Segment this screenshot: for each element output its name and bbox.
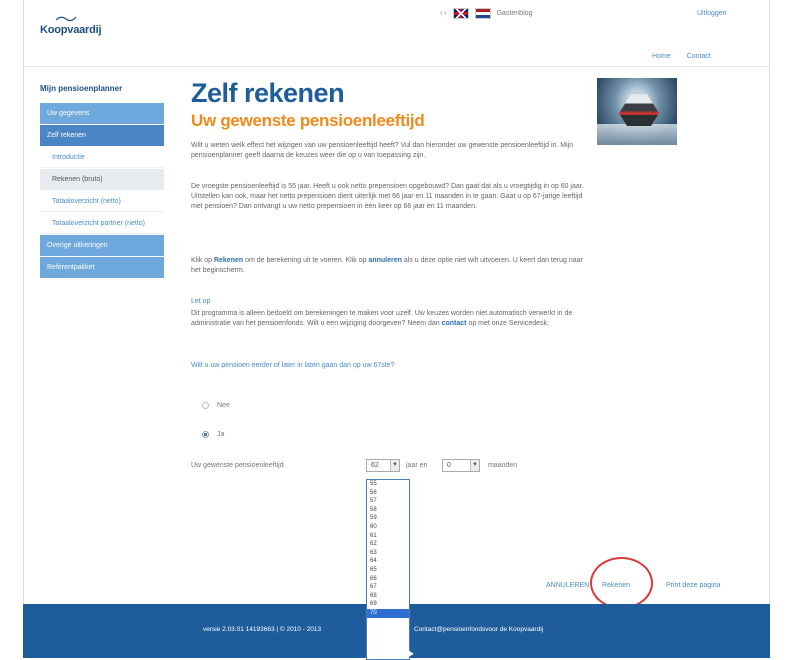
- page-title: Zelf rekenen: [191, 78, 345, 108]
- highlight-circle: [590, 557, 653, 609]
- years-select-value: 62: [371, 462, 379, 469]
- nav-arrows[interactable]: ‹ ›: [440, 10, 447, 17]
- years-dropdown-list[interactable]: 55 56 57 58 59 60 61 62 63 64 65 66 67 68 69 70: [366, 479, 410, 660]
- radio-ja-button[interactable]: [202, 431, 209, 438]
- sidebar-item-overige-uitkeringen[interactable]: Overige uitkeringen: [40, 235, 164, 256]
- instructions-paragraph: Klik op Rekenen om de berekening uit te …: [191, 256, 591, 276]
- radio-ja-label: Ja: [217, 431, 225, 438]
- dropdown-option[interactable]: 58: [367, 506, 409, 515]
- top-utility-bar: ‹ › Gastenblog: [440, 8, 532, 19]
- dropdown-option[interactable]: 55: [367, 480, 409, 489]
- years-unit-text: jaar en: [406, 462, 428, 469]
- dropdown-option[interactable]: 69: [367, 600, 409, 609]
- instructions-text-a: Klik op: [191, 257, 214, 264]
- print-page-link[interactable]: Print deze pagina: [666, 582, 720, 589]
- disclaimer-paragraph: Dit programma is alleen bedoeld om berek…: [191, 309, 591, 329]
- contact-inline-link[interactable]: contact: [442, 320, 467, 327]
- months-unit-text: maanden: [488, 462, 518, 469]
- sidebar-title: Mijn pensioenplanner: [40, 84, 123, 93]
- dropdown-option[interactable]: 57: [367, 497, 409, 506]
- dropdown-option[interactable]: 63: [367, 549, 409, 558]
- sidebar-item-introductie[interactable]: Introductie: [40, 147, 164, 168]
- intro-paragraph: Wilt u weten welk effect het wijzigen va…: [191, 142, 574, 159]
- chevron-down-icon[interactable]: ▼: [470, 460, 479, 471]
- question-text: Wilt u uw pensioen eerder of later in la…: [191, 362, 395, 369]
- dropdown-option[interactable]: 59: [367, 514, 409, 523]
- age-label: Uw gewenste pensioenleeftijd: [191, 462, 284, 469]
- header-divider: [23, 66, 770, 67]
- footer-version: versie 2.03.01 14193663 | © 2010 - 2013: [203, 626, 322, 633]
- sidebar-item-uw-gegevens[interactable]: Uw gegevens: [40, 103, 164, 124]
- logo-mark-icon: [55, 16, 77, 22]
- annuleren-link[interactable]: ANNULEREN: [546, 582, 589, 589]
- sidebar-item-zelf-rekenen[interactable]: Zelf rekenen: [40, 125, 164, 146]
- dropdown-option[interactable]: 60: [367, 523, 409, 532]
- radio-nee-button[interactable]: [202, 402, 209, 409]
- page-subtitle: Uw gewenste pensioenleeftijd: [191, 111, 425, 130]
- radio-nee-label: Nee: [217, 402, 230, 409]
- dropdown-option[interactable]: 68: [367, 592, 409, 601]
- disclaimer-text-b: op met onze Servicedesk.: [466, 320, 549, 327]
- flag-uk-icon[interactable]: [452, 8, 469, 19]
- dropdown-option[interactable]: 67: [367, 583, 409, 592]
- sidebar-item-totaaloverzicht-partner[interactable]: Totaaloverzicht partner (netto): [40, 213, 164, 234]
- guest-link[interactable]: Gastenblog: [497, 10, 533, 17]
- dropdown-option[interactable]: 66: [367, 575, 409, 584]
- top-nav: Home Contact: [652, 53, 711, 60]
- let-op-heading: Let op: [191, 298, 211, 305]
- dropdown-option[interactable]: 62: [367, 540, 409, 549]
- footer-contact[interactable]: Contact@pensioenfondsvoor de Koopvaardij: [414, 626, 543, 633]
- dropdown-option[interactable]: 70: [367, 608, 409, 618]
- instructions-text-b: om de berekening uit te voeren. Klik op: [243, 257, 369, 264]
- sidebar-item-totaaloverzicht[interactable]: Totaaloverzicht (netto): [40, 191, 164, 212]
- nav-contact[interactable]: Contact: [687, 53, 711, 60]
- chevron-down-icon[interactable]: ▼: [390, 460, 399, 471]
- years-select[interactable]: 62 ▼: [366, 459, 400, 472]
- sidebar-item-rekenen-bruto[interactable]: Rekenen (bruto): [40, 169, 164, 190]
- rules-paragraph: De vroegste pensioenleeftijd is 55 jaar.…: [191, 183, 584, 210]
- radio-option-nee[interactable]: Nee: [202, 402, 230, 409]
- logout-link[interactable]: Uitloggen: [697, 10, 727, 17]
- sidebar: Uw gegevens Zelf rekenen Introductie Rek…: [40, 103, 164, 279]
- nav-home[interactable]: Home: [652, 53, 671, 60]
- logo[interactable]: Koopvaardij: [40, 24, 102, 36]
- flag-nl-icon[interactable]: [474, 8, 491, 19]
- dropdown-option[interactable]: 65: [367, 566, 409, 575]
- rekenen-inline-link[interactable]: Rekenen: [214, 257, 243, 264]
- dropdown-option[interactable]: 61: [367, 532, 409, 541]
- months-select[interactable]: 0 ▼: [442, 459, 480, 472]
- ship-icon: [619, 94, 659, 126]
- dropdown-option[interactable]: 64: [367, 557, 409, 566]
- radio-option-ja[interactable]: Ja: [202, 431, 224, 438]
- hero-wake: [597, 124, 677, 145]
- months-select-value: 0: [447, 462, 451, 469]
- annuleren-inline-link[interactable]: annuleren: [368, 257, 401, 264]
- sidebar-item-referentpakket[interactable]: Referentpakket: [40, 257, 164, 278]
- dropdown-option[interactable]: 56: [367, 489, 409, 498]
- hero-image-ship: [597, 78, 677, 145]
